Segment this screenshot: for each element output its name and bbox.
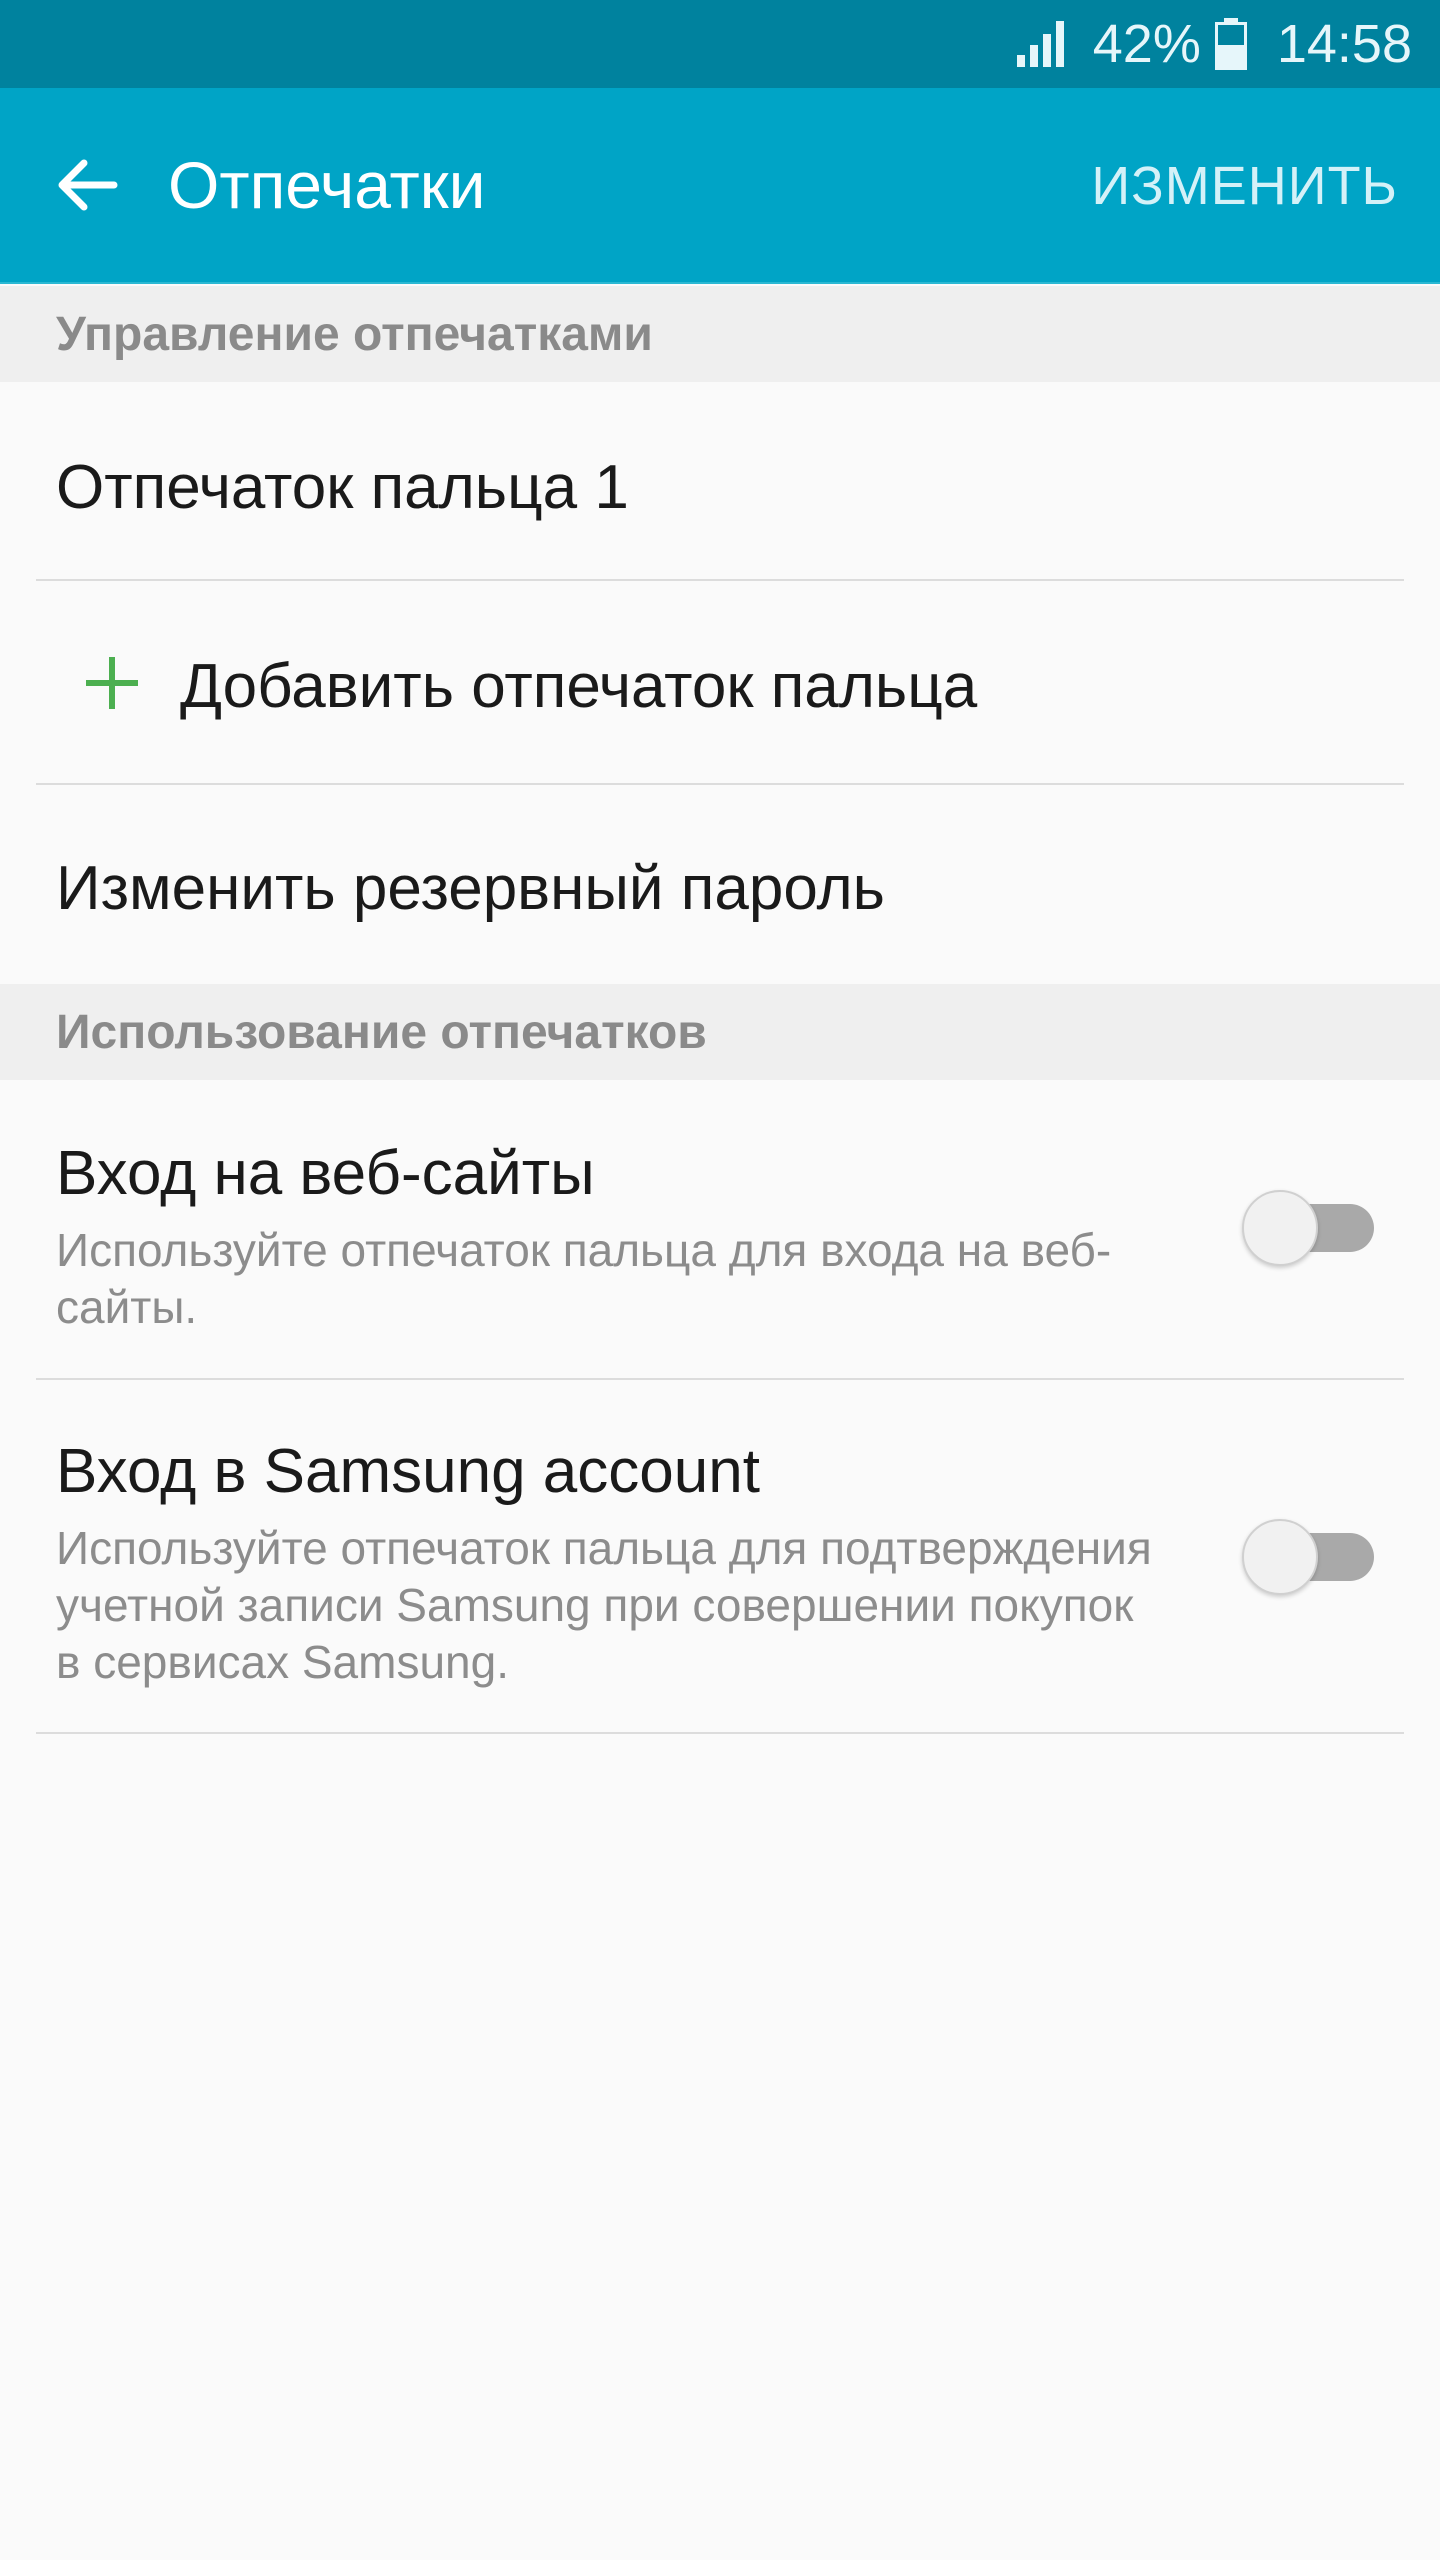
samsung-account-description-line-1: Используйте отпечаток пальца для подтвер… <box>56 1522 1152 1574</box>
toggle-knob <box>1242 1190 1318 1266</box>
change-backup-password-label: Изменить резервный пароль <box>56 854 885 923</box>
toggle-knob <box>1242 1519 1318 1595</box>
arrow-left-icon <box>58 159 118 211</box>
samsung-account-description-line-3: в сервисах Samsung. <box>56 1636 509 1688</box>
web-signin-title: Вход на веб-сайты <box>56 1139 595 1208</box>
back-button[interactable] <box>46 143 130 227</box>
battery-icon <box>1214 18 1247 70</box>
plus-icon <box>86 657 138 709</box>
web-signin-toggle[interactable] <box>1242 1190 1374 1266</box>
fingerprint-1-item[interactable]: Отпечаток пальца 1 <box>0 382 1440 580</box>
section-header-usage: Использование отпечатков <box>0 984 1440 1080</box>
section-header-manage: Управление отпечатками <box>0 286 1440 382</box>
add-fingerprint-item[interactable]: Добавить отпечаток пальца <box>0 581 1440 783</box>
samsung-account-toggle[interactable] <box>1242 1519 1374 1595</box>
web-signin-description-line-1: Используйте отпечаток пальца для входа н… <box>56 1224 1112 1276</box>
edit-button[interactable]: ИЗМЕНИТЬ <box>1091 88 1398 284</box>
clock: 14:58 <box>1276 14 1412 74</box>
add-fingerprint-label: Добавить отпечаток пальца <box>180 652 978 721</box>
app-bar: Отпечатки ИЗМЕНИТЬ <box>0 88 1440 284</box>
samsung-account-title: Вход в Samsung account <box>56 1437 760 1506</box>
web-signin-description-line-2: сайты. <box>56 1281 198 1333</box>
samsung-account-item[interactable]: Вход в Samsung account Используйте отпеч… <box>0 1380 1440 1732</box>
samsung-account-description-line-2: учетной записи Samsung при совершении по… <box>56 1579 1134 1631</box>
page-title: Отпечатки <box>168 148 486 222</box>
signal-icon <box>1016 21 1067 67</box>
divider <box>36 1732 1404 1734</box>
battery-percent: 42% <box>1092 14 1201 74</box>
change-backup-password-item[interactable]: Изменить резервный пароль <box>0 785 1440 983</box>
status-bar: 42% 14:58 <box>0 0 1440 88</box>
web-signin-item[interactable]: Вход на веб-сайты Используйте отпечаток … <box>0 1080 1440 1378</box>
fingerprint-1-label: Отпечаток пальца 1 <box>56 453 629 522</box>
